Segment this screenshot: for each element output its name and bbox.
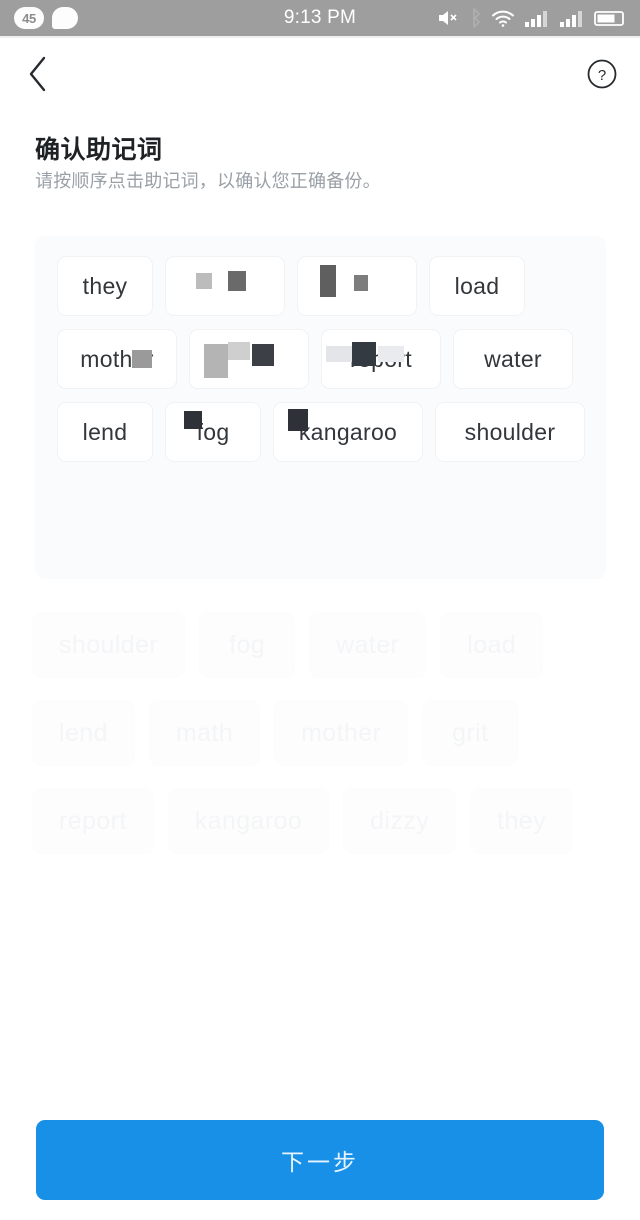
selected-word-label: shoulder — [464, 418, 556, 445]
selected-word-chip[interactable]: report — [321, 329, 441, 389]
selected-chip-list: they load mother report water lend fog kangaroo… — [57, 256, 592, 462]
help-circle-icon: ? — [586, 58, 618, 95]
selected-word-chip[interactable]: lend — [57, 402, 153, 462]
bank-word-chip[interactable]: math — [148, 700, 261, 766]
bank-word-label: load — [467, 630, 517, 659]
status-bar-clock: 9:13 PM — [283, 7, 357, 28]
selected-word-label: they — [82, 272, 128, 299]
selected-word-chip[interactable] — [189, 329, 309, 389]
bank-word-label: report — [59, 806, 127, 835]
notification-badge: 45 — [14, 7, 44, 29]
redaction-block — [228, 271, 246, 291]
selected-word-label: load — [454, 272, 500, 299]
bank-word-chip[interactable]: water — [309, 612, 427, 678]
selected-word-label: mother — [80, 345, 154, 372]
bank-word-chip[interactable]: kangaroo — [167, 788, 330, 854]
bank-word-label: they — [497, 806, 546, 835]
redaction-block — [326, 346, 352, 362]
selected-word-label: fog — [196, 418, 230, 445]
bank-word-label: kangaroo — [194, 806, 303, 835]
chevron-left-icon — [27, 56, 49, 97]
redaction-block — [354, 275, 368, 291]
bank-word-label: fog — [229, 630, 266, 659]
selected-word-chip[interactable]: shoulder — [435, 402, 585, 462]
bank-word-chip[interactable]: dizzy — [343, 788, 457, 854]
bank-word-label: water — [336, 630, 400, 659]
selected-word-label: report — [350, 345, 412, 372]
bank-word-chip[interactable]: shoulder — [32, 612, 186, 678]
help-button[interactable]: ? — [580, 54, 624, 98]
redaction-block — [196, 273, 212, 289]
bluetooth-icon — [470, 8, 482, 28]
svg-text:?: ? — [598, 67, 606, 84]
message-bubble-icon — [52, 7, 78, 29]
selected-word-chip[interactable]: water — [453, 329, 573, 389]
status-bar-left: 45 — [0, 7, 200, 29]
bank-word-label: grit — [452, 718, 489, 747]
cellular-signal-icon — [524, 8, 550, 28]
bank-word-chip[interactable]: they — [470, 788, 573, 854]
selected-word-label: kangaroo — [298, 418, 398, 445]
nav-bar: ? — [0, 38, 640, 110]
word-bank: shoulder fog water load lend math mother grit re… — [32, 612, 608, 854]
bank-word-chip[interactable]: lend — [32, 700, 135, 766]
selected-word-chip[interactable]: fog — [165, 402, 261, 462]
status-bar-right — [437, 8, 640, 28]
bank-word-label: shoulder — [59, 630, 159, 659]
selected-word-chip[interactable]: mother — [57, 329, 177, 389]
selected-word-chip[interactable]: load — [429, 256, 525, 316]
bank-word-label: mother — [301, 718, 382, 747]
wifi-icon — [491, 8, 515, 28]
app-screen: 45 9:13 PM ? 确认助记词 请按顺序点击助记词，以确认您正确备份。 t… — [0, 0, 640, 1220]
cellular-signal-icon — [559, 8, 585, 28]
selected-words-panel: they load mother report water lend fog kangaroo… — [35, 236, 606, 579]
back-button[interactable] — [14, 52, 62, 100]
bank-word-chip[interactable]: report — [32, 788, 154, 854]
page-title: 确认助记词 — [35, 136, 163, 164]
selected-word-chip[interactable]: they — [57, 256, 153, 316]
bank-word-chip[interactable]: mother — [274, 700, 409, 766]
bank-word-chip[interactable]: grit — [422, 700, 519, 766]
next-step-button[interactable]: 下一步 — [36, 1120, 604, 1200]
selected-word-chip[interactable] — [165, 256, 285, 316]
bank-word-chip[interactable]: load — [440, 612, 544, 678]
selected-word-chip[interactable] — [297, 256, 417, 316]
selected-word-label: water — [484, 345, 542, 372]
bank-word-chip[interactable]: fog — [199, 612, 296, 678]
selected-word-label: lend — [82, 418, 128, 445]
bank-word-label: lend — [59, 718, 108, 747]
redaction-block — [320, 265, 336, 297]
redaction-block — [228, 342, 250, 360]
selected-word-chip[interactable]: kangaroo — [273, 402, 423, 462]
redaction-block — [252, 344, 274, 366]
page-subtitle: 请按顺序点击助记词，以确认您正确备份。 — [35, 171, 381, 191]
redaction-block — [204, 344, 228, 378]
status-bar: 45 9:13 PM — [0, 0, 640, 36]
bank-word-label: dizzy — [370, 806, 430, 835]
battery-icon — [594, 8, 626, 28]
bank-word-label: math — [175, 718, 234, 747]
volume-muted-icon — [437, 8, 461, 28]
